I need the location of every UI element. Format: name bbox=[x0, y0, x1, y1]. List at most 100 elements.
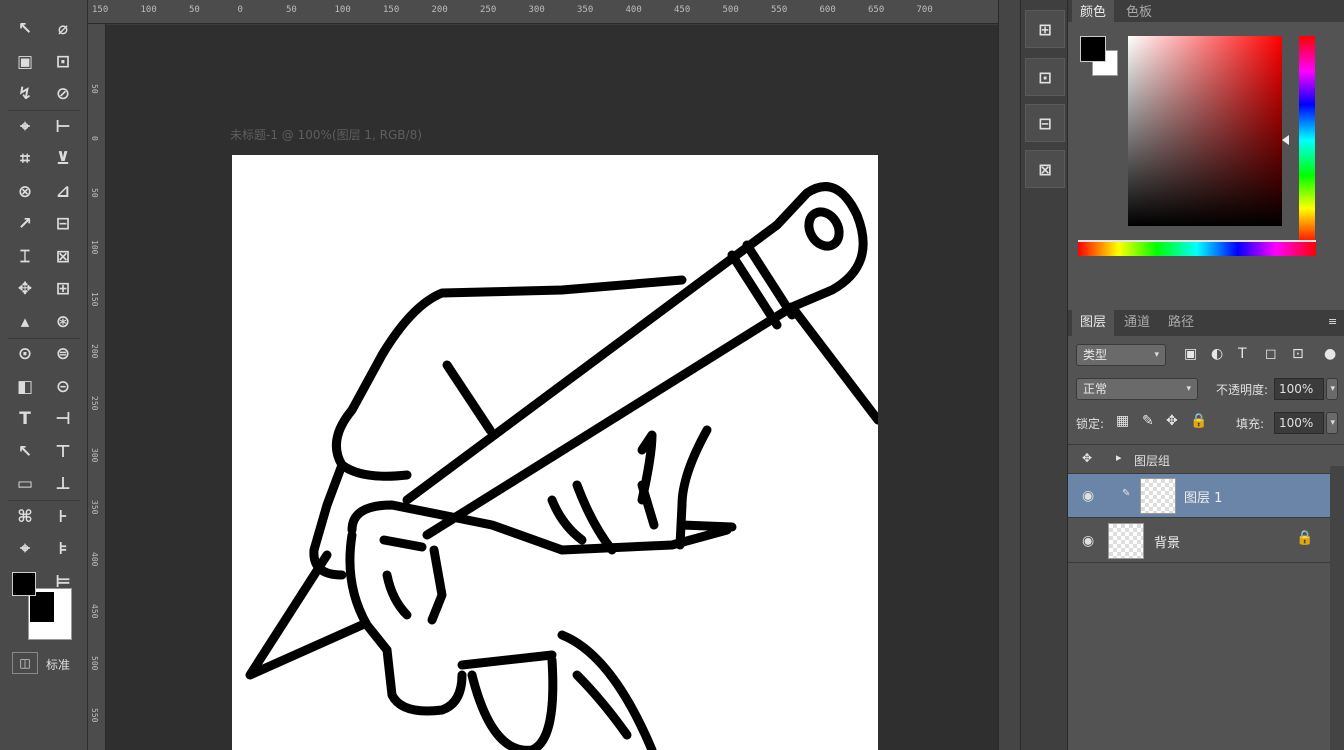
tab-channels[interactable]: 通道 bbox=[1116, 310, 1158, 336]
canvas-scroll-strip[interactable] bbox=[998, 0, 1020, 750]
ruler-tick-label: 200 bbox=[90, 344, 99, 359]
tool-button-right-13[interactable]: ⊣ bbox=[48, 406, 78, 432]
tool-button-left-13[interactable]: T bbox=[10, 406, 40, 432]
dock-panel-button-4[interactable]: ⊠ bbox=[1025, 150, 1065, 188]
tab-layers[interactable]: 图层 bbox=[1072, 310, 1115, 336]
expand-triangle-icon[interactable]: ▸ bbox=[1116, 451, 1122, 464]
kind-filter-dropdown[interactable]: 类型 ▾ bbox=[1076, 344, 1166, 366]
toolbar-divider bbox=[8, 337, 80, 339]
fill-input[interactable]: 100% bbox=[1274, 412, 1324, 434]
dock-panel-button-3[interactable]: ⊟ bbox=[1025, 104, 1065, 142]
layer-group-label: 图层组 bbox=[1134, 454, 1171, 468]
tool-button-left-3[interactable]: ↯ bbox=[10, 81, 40, 107]
layers-scrollbar[interactable] bbox=[1330, 466, 1344, 750]
color-picker-field[interactable] bbox=[1128, 36, 1282, 226]
lock-position-icon[interactable]: ✥ bbox=[1166, 413, 1178, 429]
tool-button-right-11[interactable]: ⊜ bbox=[48, 341, 78, 367]
quick-mask-icon[interactable]: ◫ bbox=[12, 652, 38, 674]
hue-spectrum-bar[interactable] bbox=[1078, 240, 1316, 256]
tool-button-left-1[interactable]: ↖ bbox=[10, 16, 40, 42]
filter-toggle-icon[interactable]: ● bbox=[1324, 346, 1336, 362]
screen-mode-label[interactable]: 标准 bbox=[46, 656, 70, 673]
foreground-color-swatch[interactable] bbox=[1080, 36, 1106, 62]
ruler-tick-label: 0 bbox=[90, 136, 99, 141]
toolbar-foreground-swatch[interactable] bbox=[12, 572, 36, 596]
ruler-tick-label: 550 bbox=[90, 708, 99, 723]
tool-button-right-14[interactable]: ⊤ bbox=[48, 439, 78, 465]
layer-row-1[interactable]: ◉ ✎ 图层 1 bbox=[1068, 474, 1330, 518]
tool-button-left-9[interactable]: ✥ bbox=[10, 276, 40, 302]
ruler-tick-label: 300 bbox=[528, 5, 545, 15]
ruler-tick-label: 200 bbox=[431, 5, 448, 15]
shape-filter-icon[interactable]: ◻ bbox=[1265, 346, 1277, 362]
type-filter-icon[interactable]: T bbox=[1238, 346, 1247, 362]
layer-row-background[interactable]: ◉ 背景 🔒 bbox=[1068, 519, 1330, 563]
tool-button-left-16[interactable]: ⌘ bbox=[10, 504, 40, 530]
tool-button-right-15[interactable]: ⊥ bbox=[48, 471, 78, 497]
tool-button-left-17[interactable]: ⌖ bbox=[10, 536, 40, 562]
tool-button-left-10[interactable]: ▴ bbox=[10, 309, 40, 335]
layer-name: 背景 bbox=[1154, 536, 1181, 551]
move-icon: ✥ bbox=[1082, 451, 1093, 465]
tool-button-left-5[interactable]: ⌗ bbox=[10, 146, 40, 172]
tool-button-left-7[interactable]: ↗ bbox=[10, 211, 40, 237]
document-canvas[interactable] bbox=[232, 155, 878, 750]
toolbar-swatch-inner bbox=[30, 592, 54, 622]
dock-panel-button-1[interactable]: ⊞ bbox=[1025, 10, 1065, 48]
tool-button-left-15[interactable]: ▭ bbox=[10, 471, 40, 497]
dock-panel-button-2[interactable]: ⊡ bbox=[1025, 58, 1065, 96]
lock-transparency-icon[interactable]: ▦ bbox=[1116, 413, 1129, 429]
pencil-edge-upper bbox=[402, 220, 782, 505]
smart-object-filter-icon[interactable]: ⊡ bbox=[1292, 346, 1304, 362]
tool-button-left-8[interactable]: ⌶ bbox=[10, 244, 40, 270]
visibility-eye-icon[interactable]: ◉ bbox=[1082, 533, 1094, 549]
tool-button-right-5[interactable]: ⊻ bbox=[48, 146, 78, 172]
ruler-tick-label: 700 bbox=[916, 5, 933, 15]
opacity-slider-toggle[interactable]: ▾ bbox=[1326, 378, 1338, 400]
lock-all-icon[interactable]: 🔒 bbox=[1190, 413, 1207, 429]
visibility-eye-icon[interactable]: ◉ bbox=[1082, 488, 1094, 504]
tool-button-right-6[interactable]: ⊿ bbox=[48, 179, 78, 205]
ruler-tick-label: 600 bbox=[819, 5, 836, 15]
tool-button-right-4[interactable]: ⊢ bbox=[48, 114, 78, 140]
tool-button-left-12[interactable]: ◧ bbox=[10, 374, 40, 400]
layer-group-row[interactable]: ✥ ▸ 图层组 bbox=[1068, 444, 1344, 474]
tool-button-right-7[interactable]: ⊟ bbox=[48, 211, 78, 237]
ruler-tick-label: 300 bbox=[90, 448, 99, 463]
ruler-tick-label: 100 bbox=[140, 5, 157, 15]
tool-button-left-6[interactable]: ⊗ bbox=[10, 179, 40, 205]
hue-slider-vertical[interactable] bbox=[1299, 36, 1315, 244]
ruler-tick-label: 450 bbox=[90, 604, 99, 619]
tool-button-right-9[interactable]: ⊞ bbox=[48, 276, 78, 302]
tool-button-right-8[interactable]: ⊠ bbox=[48, 244, 78, 270]
pixel-filter-icon[interactable]: ▣ bbox=[1184, 346, 1197, 362]
tool-button-right-17[interactable]: ⊧ bbox=[48, 536, 78, 562]
tab-paths[interactable]: 路径 bbox=[1160, 310, 1202, 336]
tool-button-right-16[interactable]: ⊦ bbox=[48, 504, 78, 530]
tool-button-right-10[interactable]: ⊛ bbox=[48, 309, 78, 335]
vertical-ruler[interactable]: 50050100150200250300350400450500550600 bbox=[88, 24, 106, 750]
tool-button-left-2[interactable]: ▣ bbox=[10, 49, 40, 75]
ruler-tick-label: 0 bbox=[237, 5, 243, 15]
lock-icon[interactable]: 🔒 bbox=[1296, 530, 1313, 546]
opacity-input[interactable]: 100% bbox=[1274, 378, 1324, 400]
color-marker-icon[interactable] bbox=[1282, 135, 1289, 145]
horizontal-ruler[interactable]: 150 100 50 0 50 100 150 200 250 300 350 400 450 500 55… bbox=[88, 0, 998, 24]
layer-filter-row: 类型 ▾ ▣ ◐ T ◻ ⊡ ● bbox=[1068, 340, 1344, 370]
ruler-tick-label: 350 bbox=[90, 500, 99, 515]
tool-button-right-3[interactable]: ⊘ bbox=[48, 81, 78, 107]
tool-button-left-14[interactable]: ↖ bbox=[10, 439, 40, 465]
adjustment-filter-icon[interactable]: ◐ bbox=[1211, 346, 1223, 362]
ruler-tick-label: 150 bbox=[90, 292, 99, 307]
blend-mode-dropdown[interactable]: 正常 ▾ bbox=[1076, 378, 1198, 400]
tool-button-left-4[interactable]: ⌖ bbox=[10, 114, 40, 140]
lock-image-icon[interactable]: ✎ bbox=[1142, 413, 1154, 429]
lock-row: 锁定: ▦ ✎ ✥ 🔒 填充: 100% ▾ bbox=[1068, 408, 1344, 438]
layer-thumbnail bbox=[1108, 523, 1144, 559]
fill-slider-toggle[interactable]: ▾ bbox=[1326, 412, 1338, 434]
tool-button-right-1[interactable]: ⌀ bbox=[48, 16, 78, 42]
tool-button-left-11[interactable]: ⊙ bbox=[10, 341, 40, 367]
panel-menu-icon[interactable]: ≡ bbox=[1328, 315, 1337, 328]
tool-button-right-2[interactable]: ⊡ bbox=[48, 49, 78, 75]
tool-button-right-12[interactable]: ⊝ bbox=[48, 374, 78, 400]
